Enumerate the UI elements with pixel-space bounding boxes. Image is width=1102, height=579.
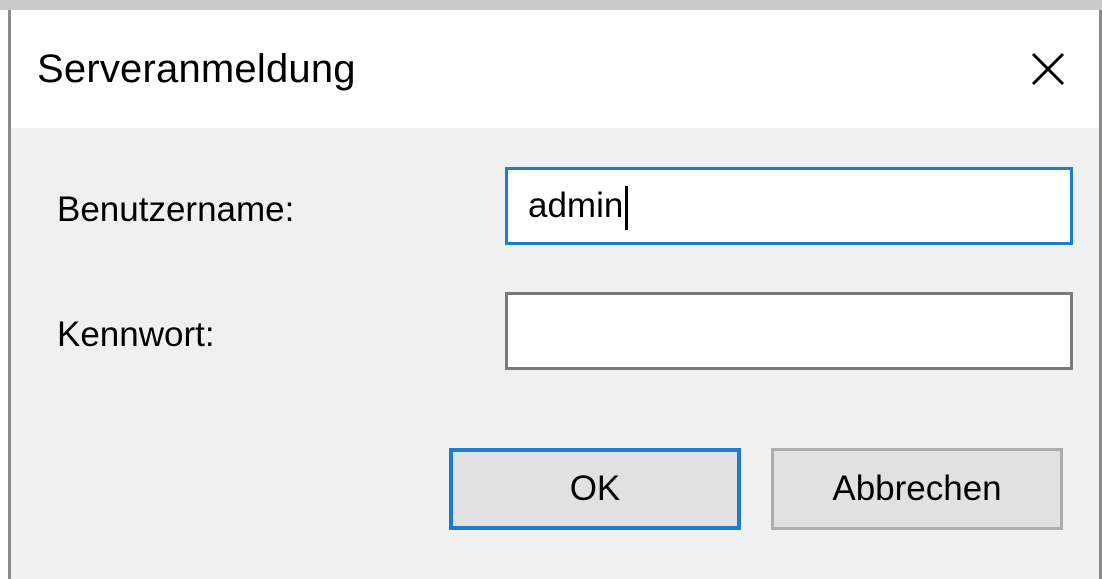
password-label: Kennwort: [57, 315, 215, 354]
background-strip [0, 0, 1102, 10]
ok-button[interactable]: OK [449, 448, 741, 530]
username-label: Benutzername: [57, 190, 295, 229]
username-input[interactable]: admin [505, 167, 1073, 245]
titlebar[interactable]: Serveranmeldung [11, 10, 1099, 128]
close-button[interactable] [999, 10, 1099, 128]
password-input[interactable] [505, 292, 1073, 370]
dialog-title: Serveranmeldung [37, 47, 356, 91]
cancel-button[interactable]: Abbrechen [771, 448, 1063, 530]
close-icon [1031, 52, 1065, 86]
text-caret [625, 185, 629, 230]
username-value: admin [528, 186, 624, 225]
login-dialog: Serveranmeldung Benutzername: admin Kenn… [8, 10, 1102, 579]
